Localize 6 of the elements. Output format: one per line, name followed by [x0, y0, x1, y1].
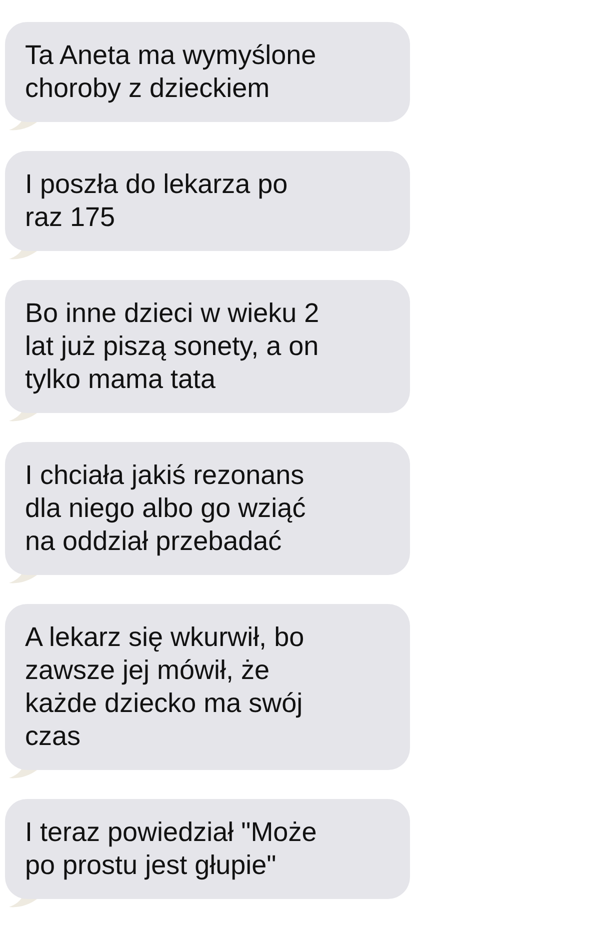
- message-text: Ta Aneta ma wymyślone choroby z dzieckiem: [25, 39, 318, 105]
- message-text: A lekarz się wkurwił, bo zawsze jej mówił, że każde dziecko ma swój czas: [25, 621, 306, 753]
- message-text: I poszła do lekarza po raz 175: [25, 168, 289, 234]
- message-text: Bo inne dzieci w wieku 2 lat już piszą sonety, a on tylko mama tata: [25, 297, 320, 396]
- message-text: I chciała jakiś rezonans dla niego albo go wziąć na oddział przebadać: [25, 459, 307, 558]
- message-text: I teraz powiedział "Może po prostu jest głupie": [25, 816, 318, 882]
